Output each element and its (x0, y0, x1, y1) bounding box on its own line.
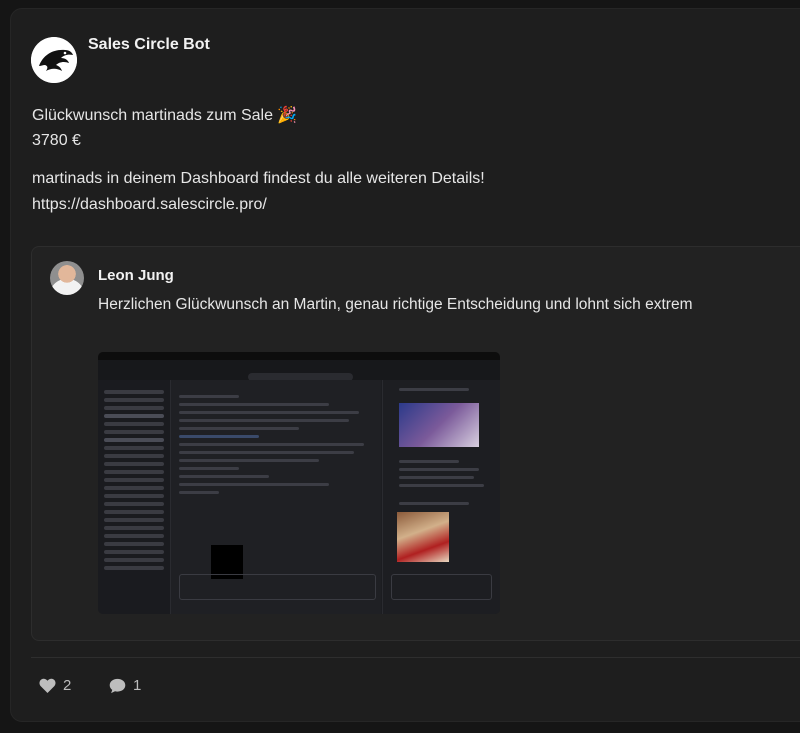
like-count: 2 (63, 677, 72, 694)
screenshot-chat-pane (171, 380, 381, 614)
screenshot-thread-input (391, 574, 492, 600)
screenshot-photo-2 (397, 512, 449, 562)
speech-bubble-icon (109, 678, 126, 694)
comment-button[interactable]: 1 (109, 677, 141, 694)
dashboard-note: martinads in deinem Dashboard findest du… (32, 170, 485, 187)
screenshot-thread-pane (382, 380, 500, 614)
bot-avatar-eagle-icon[interactable] (31, 37, 77, 83)
screenshot-photo-1 (399, 403, 479, 447)
heart-icon (39, 678, 56, 693)
sale-amount: 3780 € (32, 132, 81, 149)
attached-screenshot[interactable] (98, 352, 500, 614)
user-avatar[interactable] (50, 261, 84, 295)
screenshot-chat-input (179, 574, 376, 600)
comment-count: 1 (133, 677, 142, 694)
dashboard-link[interactable]: https://dashboard.salescircle.pro/ (32, 196, 267, 214)
like-button[interactable]: 2 (39, 677, 71, 694)
screenshot-titlebar (98, 352, 500, 360)
post-author[interactable]: Sales Circle Bot (88, 36, 210, 54)
reactions-divider (31, 657, 800, 658)
reply-author[interactable]: Leon Jung (98, 267, 174, 284)
post-card: Sales Circle Bot Glückwunsch martinads z… (10, 8, 800, 722)
screenshot-sidebar (98, 380, 171, 614)
screenshot-toolbar (98, 360, 500, 381)
quoted-reply: Leon Jung Herzlichen Glückwunsch an Mart… (31, 246, 800, 641)
congrats-line: Glückwunsch martinads zum Sale 🎉 (32, 107, 298, 124)
reply-text: Herzlichen Glückwunsch an Martin, genau … (98, 296, 693, 313)
